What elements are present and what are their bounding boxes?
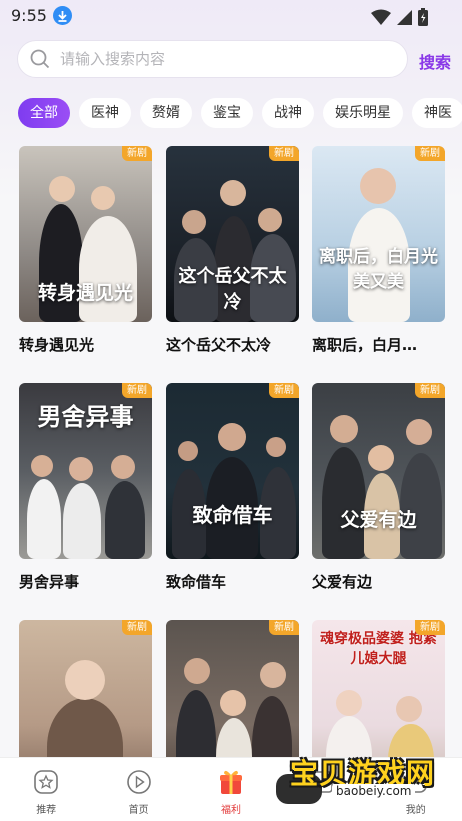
poster-face xyxy=(220,690,246,716)
drama-card[interactable]: 转身遇见光 新剧转身遇见光 xyxy=(19,146,152,355)
nav-label: 推荐 xyxy=(36,805,57,816)
new-drama-badge: 新剧 xyxy=(122,146,152,161)
poster-face xyxy=(360,168,396,204)
tab-category[interactable]: 神医 xyxy=(412,98,462,128)
watermark-logo: 宝贝游戏网 baobeiy.com xyxy=(276,752,460,804)
poster-face xyxy=(218,423,246,451)
drama-title[interactable]: 男舍异事 xyxy=(19,571,152,592)
new-drama-badge: 新剧 xyxy=(415,146,445,161)
poster-face xyxy=(91,186,115,210)
drama-poster[interactable]: 转身遇见光 新剧 xyxy=(19,146,152,322)
new-drama-badge: 新剧 xyxy=(269,383,299,398)
nav-label: 首页 xyxy=(128,805,149,816)
drama-title[interactable]: 致命借车 xyxy=(166,571,299,592)
star-icon xyxy=(34,770,58,794)
poster-face xyxy=(65,660,105,700)
poster-figure xyxy=(79,216,137,322)
poster-face xyxy=(220,180,246,206)
new-drama-badge: 新剧 xyxy=(415,383,445,398)
category-tabs: 全部医神赘婿鉴宝战神娱乐明星神医重生 xyxy=(18,98,462,128)
drama-title[interactable]: 这个岳父不太冷 xyxy=(166,334,299,355)
drama-card[interactable]: 致命借车 新剧致命借车 xyxy=(166,383,299,592)
tab-category[interactable]: 战神 xyxy=(262,98,314,128)
poster-face xyxy=(31,455,53,477)
poster-face xyxy=(396,696,422,722)
drama-title[interactable]: 转身遇见光 xyxy=(19,334,152,355)
tab-row: 全部医神赘婿鉴宝战神娱乐明星神医重生 xyxy=(18,98,462,128)
poster-face xyxy=(258,208,282,232)
status-bar: 9:55 xyxy=(0,0,462,32)
poster-title: 这个岳父不太冷 xyxy=(178,266,287,313)
watermark-url: baobeiy.com xyxy=(332,784,416,798)
status-time: 9:55 xyxy=(11,6,47,25)
poster-figure xyxy=(27,479,61,559)
download-icon xyxy=(53,6,72,25)
poster-face xyxy=(49,176,75,202)
status-icons xyxy=(371,8,428,26)
search-input[interactable] xyxy=(60,50,380,68)
wifi-icon xyxy=(371,9,391,25)
poster-title: 父爱有边 xyxy=(340,509,417,531)
new-drama-badge: 新剧 xyxy=(122,620,152,635)
poster-face xyxy=(266,437,286,457)
drama-poster[interactable]: 父爱有边 新剧 xyxy=(312,383,445,559)
poster-face xyxy=(69,457,93,481)
play-icon xyxy=(126,770,151,794)
battery-icon xyxy=(418,8,428,26)
poster-figure xyxy=(105,481,145,559)
poster-title: 致命借车 xyxy=(192,503,273,527)
poster-face xyxy=(111,455,135,479)
drama-card[interactable]: 离职后，白月光美又美 新剧离职后，白月… xyxy=(312,146,445,355)
nav-label: 福利 xyxy=(220,805,241,816)
tab-category[interactable]: 鉴宝 xyxy=(201,98,253,128)
drama-card[interactable]: 父爱有边 新剧父爱有边 xyxy=(312,383,445,592)
nav-home[interactable]: 首页 xyxy=(92,758,184,821)
signal-icon xyxy=(397,9,412,25)
drama-card[interactable]: 这个岳父不太冷 新剧这个岳父不太冷 xyxy=(166,146,299,355)
poster-title: 男舍异事 xyxy=(37,402,134,431)
drama-poster[interactable]: 这个岳父不太冷 新剧 xyxy=(166,146,299,322)
poster-title: 转身遇见光 xyxy=(37,282,133,304)
poster-face xyxy=(336,690,362,716)
poster-figure xyxy=(322,447,366,559)
nav-recommend[interactable]: 推荐 xyxy=(0,758,92,821)
search-box[interactable] xyxy=(17,40,408,78)
tab-category[interactable]: 赘婿 xyxy=(140,98,192,128)
poster-face xyxy=(182,210,206,234)
tab-category[interactable]: 医神 xyxy=(79,98,131,128)
drama-title[interactable]: 父爱有边 xyxy=(312,571,445,592)
search-button[interactable]: 搜索 xyxy=(419,49,451,73)
poster-face xyxy=(368,445,394,471)
new-drama-badge: 新剧 xyxy=(269,146,299,161)
drama-card[interactable]: 男舍异事 新剧男舍异事 xyxy=(19,383,152,592)
poster-figure xyxy=(63,483,101,559)
poster-face xyxy=(406,419,432,445)
drama-poster[interactable]: 男舍异事 新剧 xyxy=(19,383,152,559)
new-drama-badge: 新剧 xyxy=(269,620,299,635)
drama-poster[interactable]: 致命借车 新剧 xyxy=(166,383,299,559)
poster-face xyxy=(178,441,198,461)
new-drama-badge: 新剧 xyxy=(122,383,152,398)
tab-category[interactable]: 全部 xyxy=(18,98,70,128)
new-drama-badge: 新剧 xyxy=(415,620,445,635)
poster-face xyxy=(330,415,358,443)
nav-welfare[interactable]: 福利 xyxy=(185,758,277,821)
poster-face xyxy=(184,658,210,684)
gift-icon xyxy=(219,770,242,794)
drama-poster[interactable]: 离职后，白月光美又美 新剧 xyxy=(312,146,445,322)
search-icon xyxy=(30,49,50,69)
poster-face xyxy=(260,662,286,688)
tab-category[interactable]: 娱乐明星 xyxy=(323,98,403,128)
drama-title[interactable]: 离职后，白月… xyxy=(312,334,445,355)
poster-title: 离职后，白月光美又美 xyxy=(319,247,438,292)
